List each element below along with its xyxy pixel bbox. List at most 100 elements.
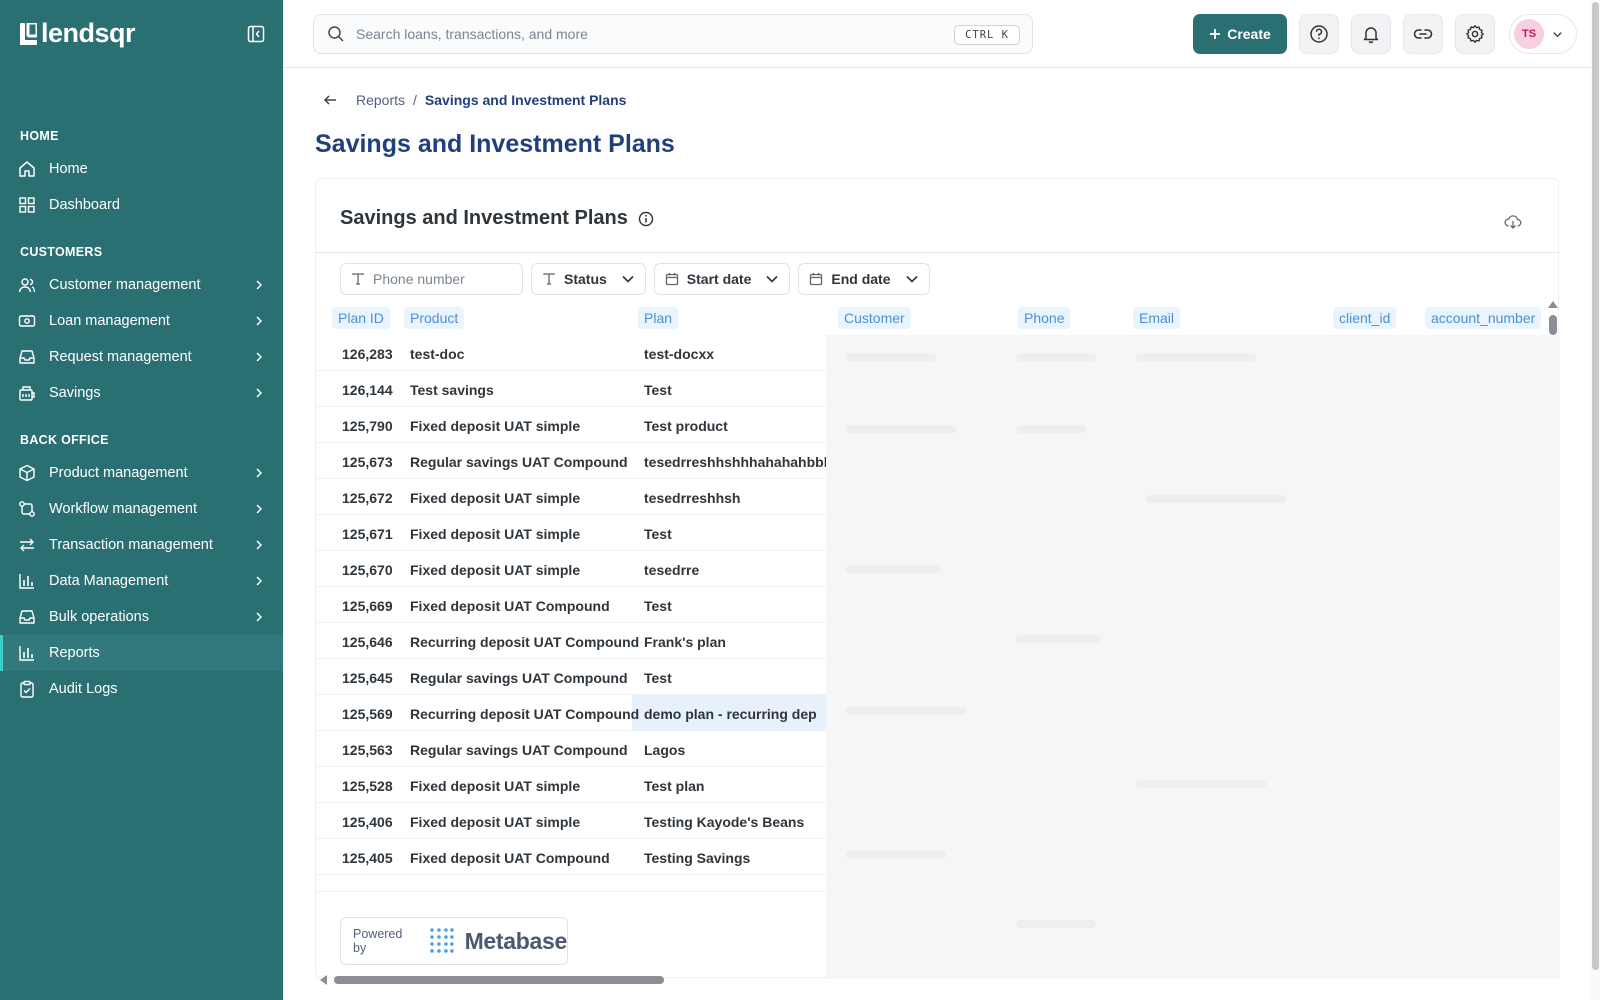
cell-product[interactable]: Fixed deposit UAT simple: [410, 490, 580, 506]
table-row[interactable]: 125,569 Recurring deposit UAT Compound dem…: [316, 695, 826, 731]
global-search[interactable]: Search loans, transactions, and more CTR…: [313, 14, 1033, 54]
sidebar-item-dashboard[interactable]: Dashboard: [0, 187, 283, 223]
cell-product[interactable]: Regular savings UAT Compound: [410, 670, 628, 686]
sidebar-item-workflow-management[interactable]: Workflow management: [0, 491, 283, 527]
cell-product[interactable]: Fixed deposit UAT simple: [410, 778, 580, 794]
cell-plan-id[interactable]: 126,283: [342, 346, 393, 362]
table-row[interactable]: 125,645 Regular savings UAT Compound Test: [316, 659, 826, 695]
cell-product[interactable]: Fixed deposit UAT simple: [410, 418, 580, 434]
cell-plan-id[interactable]: 125,669: [342, 598, 393, 614]
cell-product[interactable]: Fixed deposit UAT simple: [410, 814, 580, 830]
cell-product[interactable]: Fixed deposit UAT Compound: [410, 850, 610, 866]
cell-plan[interactable]: Test: [644, 598, 672, 614]
table-row[interactable]: 125,406 Fixed deposit UAT simple Testing K…: [316, 803, 826, 839]
cell-plan[interactable]: demo plan - recurring dep: [644, 706, 817, 722]
cell-product[interactable]: Fixed deposit UAT Compound: [410, 598, 610, 614]
cell-plan-id[interactable]: 125,646: [342, 634, 393, 650]
cell-product[interactable]: Regular savings UAT Compound: [410, 742, 628, 758]
cell-plan[interactable]: Test plan: [644, 778, 704, 794]
sidebar-item-bulk-operations[interactable]: Bulk operations: [0, 599, 283, 635]
cell-product[interactable]: Fixed deposit UAT simple: [410, 526, 580, 542]
horizontal-scrollbar[interactable]: [320, 973, 826, 987]
cell-plan[interactable]: tesedrreshhshhhahahahbbb: [644, 454, 832, 470]
page-scrollbar[interactable]: [1591, 0, 1600, 1000]
link-button[interactable]: [1403, 14, 1443, 54]
cell-plan[interactable]: Test product: [644, 418, 728, 434]
cell-product[interactable]: Test savings: [410, 382, 494, 398]
cell-plan[interactable]: Testing Kayode's Beans: [644, 814, 804, 830]
search-input[interactable]: Search loans, transactions, and more: [356, 26, 588, 42]
cell-plan-id[interactable]: 125,671: [342, 526, 393, 542]
end-date-filter[interactable]: End date: [798, 263, 930, 295]
cell-product[interactable]: Regular savings UAT Compound: [410, 454, 628, 470]
cell-plan[interactable]: Test: [644, 670, 672, 686]
scroll-left-icon[interactable]: [320, 975, 327, 985]
breadcrumb-parent[interactable]: Reports: [356, 92, 405, 108]
table-row[interactable]: 125,646 Recurring deposit UAT Compound Fra…: [316, 623, 826, 659]
cell-plan-id[interactable]: 125,406: [342, 814, 393, 830]
column-header-email[interactable]: Email: [1133, 307, 1181, 329]
cell-plan[interactable]: Frank's plan: [644, 634, 726, 650]
cell-product[interactable]: Recurring deposit UAT Compound: [410, 706, 639, 722]
cell-plan-id[interactable]: 125,405: [342, 850, 393, 866]
sidebar-item-audit-logs[interactable]: Audit Logs: [0, 671, 283, 707]
vertical-scrollbar[interactable]: [1548, 301, 1558, 341]
status-filter[interactable]: Status: [531, 263, 646, 295]
column-header-client-id[interactable]: client_id: [1333, 307, 1397, 329]
column-header-plan[interactable]: Plan: [638, 307, 679, 329]
table-row[interactable]: 125,669 Fixed deposit UAT Compound Test: [316, 587, 826, 623]
sidebar-item-product-management[interactable]: Product management: [0, 455, 283, 491]
sidebar-item-request-management[interactable]: Request management: [0, 339, 283, 375]
column-header-customer[interactable]: Customer: [838, 307, 911, 329]
cell-plan[interactable]: tesedrre: [644, 562, 699, 578]
create-button[interactable]: Create: [1193, 14, 1287, 54]
column-header-phone[interactable]: Phone: [1018, 307, 1071, 329]
start-date-filter[interactable]: Start date: [653, 263, 791, 295]
column-header-account-number[interactable]: account_number: [1425, 307, 1542, 329]
cell-plan-id[interactable]: 125,673: [342, 454, 393, 470]
sidebar-item-transaction-management[interactable]: Transaction management: [0, 527, 283, 563]
sidebar-item-reports[interactable]: Reports: [0, 635, 283, 671]
table-row[interactable]: 125,528 Fixed deposit UAT simple Test plan: [316, 767, 826, 803]
cell-plan-id[interactable]: 126,144: [342, 382, 393, 398]
phone-number-filter[interactable]: Phone number: [340, 263, 523, 295]
cell-plan[interactable]: Testing Savings: [644, 850, 750, 866]
cell-plan-id[interactable]: 125,670: [342, 562, 393, 578]
cell-product[interactable]: Fixed deposit UAT simple: [410, 562, 580, 578]
cell-plan-id[interactable]: 125,528: [342, 778, 393, 794]
cell-product[interactable]: test-doc: [410, 346, 464, 362]
info-icon[interactable]: [638, 211, 654, 227]
cell-product[interactable]: Recurring deposit UAT Compound: [410, 634, 639, 650]
cell-plan[interactable]: test-docxx: [644, 346, 714, 362]
lendsqr-logo[interactable]: lendsqr: [20, 18, 136, 49]
column-header-product[interactable]: Product: [404, 307, 465, 329]
collapse-sidebar-icon[interactable]: [247, 25, 265, 43]
scroll-up-icon[interactable]: [1548, 301, 1558, 308]
cell-plan-id[interactable]: 125,672: [342, 490, 393, 506]
scrollbar-thumb[interactable]: [1592, 2, 1599, 970]
cell-plan-id[interactable]: 125,563: [342, 742, 393, 758]
column-header-plan-id[interactable]: Plan ID: [332, 307, 390, 329]
cloud-download-icon[interactable]: [1504, 213, 1522, 231]
cell-plan-id[interactable]: 125,790: [342, 418, 393, 434]
user-menu-button[interactable]: TS: [1509, 14, 1577, 54]
table-row[interactable]: 125,405 Fixed deposit UAT Compound Testing…: [316, 839, 826, 875]
sidebar-item-home[interactable]: Home: [0, 151, 283, 187]
powered-by-metabase[interactable]: Powered by Metabase: [340, 917, 568, 965]
table-row[interactable]: 125,671 Fixed deposit UAT simple Test: [316, 515, 826, 551]
table-row[interactable]: 125,673 Regular savings UAT Compound tesed…: [316, 443, 832, 479]
cell-plan-id[interactable]: 125,569: [342, 706, 393, 722]
cell-plan[interactable]: Test: [644, 526, 672, 542]
scrollbar-thumb[interactable]: [1549, 315, 1557, 335]
sidebar-item-loan-management[interactable]: Loan management: [0, 303, 283, 339]
scrollbar-thumb[interactable]: [334, 976, 664, 984]
cell-plan[interactable]: Lagos: [644, 742, 685, 758]
sidebar-item-customer-management[interactable]: Customer management: [0, 267, 283, 303]
back-arrow-icon[interactable]: [322, 92, 338, 108]
table-row[interactable]: 126,144 Test savings Test: [316, 371, 826, 407]
table-row[interactable]: 125,563 Regular savings UAT Compound Lagos: [316, 731, 826, 767]
cell-plan[interactable]: tesedrreshhsh: [644, 490, 740, 506]
settings-button[interactable]: [1455, 14, 1495, 54]
table-row[interactable]: 126,283 test-doc test-docxx: [316, 335, 826, 371]
cell-plan-id[interactable]: 125,645: [342, 670, 393, 686]
